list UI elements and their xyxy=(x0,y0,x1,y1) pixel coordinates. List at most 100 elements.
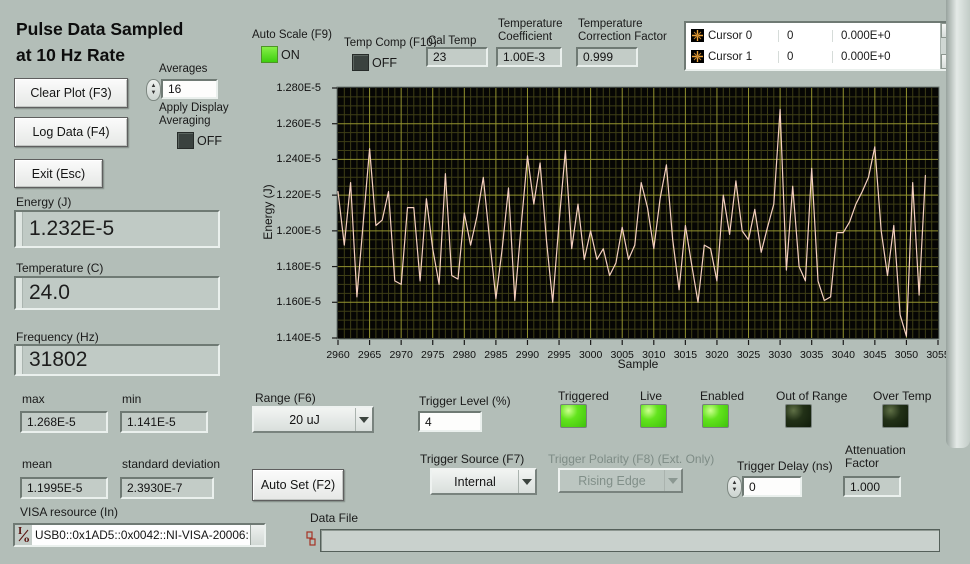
svg-text:o: o xyxy=(24,534,30,544)
frequency-value: 31802 xyxy=(29,348,87,372)
temp-comp-toggle[interactable] xyxy=(352,54,369,71)
y-axis-tick-label: 1.260E-5 xyxy=(249,118,321,130)
x-axis-tick-label: 2995 xyxy=(547,349,571,361)
cursor1-x-value: 0 xyxy=(778,51,832,63)
temperature-coefficient-value: 1.00E-3 xyxy=(496,47,562,67)
x-axis-title: Sample xyxy=(588,357,688,371)
temperature-correction-factor-label: Temperature Correction Factor xyxy=(578,18,680,44)
cursor0-crosshair-icon xyxy=(686,29,708,42)
x-axis-tick-label: 3050 xyxy=(895,349,919,361)
temp-comp-label: Temp Comp (F10) xyxy=(344,37,437,49)
y-axis-tick-label: 1.140E-5 xyxy=(249,332,321,344)
energy-label: Energy (J) xyxy=(16,195,71,209)
mean-value: 1.1995E-5 xyxy=(20,477,108,499)
field-gutter xyxy=(16,278,23,308)
trigger-delay-input[interactable]: 0 xyxy=(742,476,802,497)
triggered-led xyxy=(560,404,587,428)
averages-label: Averages xyxy=(159,63,207,75)
range-value: 20 uJ xyxy=(254,413,355,427)
temperature-value: 24.0 xyxy=(29,281,70,305)
energy-waveform-graph: 2960296529702975298029852990299530003005… xyxy=(330,83,960,371)
path-icon xyxy=(306,531,317,552)
cursor-legend: Cursor 0 0 0.000E+0 Cursor 1 0 0.000E+0 … xyxy=(684,21,958,71)
cursor-legend-rows: Cursor 0 0 0.000E+0 Cursor 1 0 0.000E+0 xyxy=(686,23,940,69)
spinner-up-icon[interactable]: ▲ xyxy=(151,83,157,90)
visa-resource-combo[interactable]: Io USB0::0x1AD5::0x0042::NI-VISA-20006: xyxy=(13,523,266,547)
frequency-indicator: 31802 xyxy=(14,344,220,376)
averages-spinner[interactable]: ▲▼ xyxy=(146,79,161,101)
mean-label: mean xyxy=(22,457,52,471)
field-gutter xyxy=(16,212,23,246)
temperature-indicator: 24.0 xyxy=(14,276,220,310)
attenuation-factor-label: Attenuation Factor xyxy=(845,444,917,470)
auto-scale-toggle[interactable] xyxy=(261,46,278,63)
auto-scale-state: ON xyxy=(281,48,300,62)
temp-comp-state: OFF xyxy=(372,56,397,70)
exit-button[interactable]: Exit (Esc) xyxy=(14,159,103,188)
apply-display-averaging-state: OFF xyxy=(197,134,222,148)
y-axis-tick-label: 1.160E-5 xyxy=(249,296,321,308)
visa-resource-value[interactable]: USB0::0x1AD5::0x0042::NI-VISA-20006: xyxy=(32,525,250,545)
page-title-line1: Pulse Data Sampled xyxy=(16,16,183,42)
standard-deviation-label: standard deviation xyxy=(122,457,220,471)
attenuation-factor-value: 1.000 xyxy=(843,476,901,497)
range-dropdown[interactable]: 20 uJ xyxy=(252,406,374,433)
spinner-up-icon[interactable]: ▲ xyxy=(732,480,738,487)
clear-plot-button[interactable]: Clear Plot (F3) xyxy=(14,78,128,108)
temperature-label: Temperature (C) xyxy=(16,261,103,275)
trigger-level-label: Trigger Level (%) xyxy=(419,394,511,408)
y-axis-tick-label: 1.240E-5 xyxy=(249,153,321,165)
trigger-polarity-dropdown[interactable]: Rising Edge xyxy=(558,468,683,493)
out-of-range-led xyxy=(785,404,812,428)
log-data-button[interactable]: Log Data (F4) xyxy=(14,117,128,147)
x-axis-tick-label: 2960 xyxy=(326,349,350,361)
apply-display-averaging-toggle[interactable] xyxy=(177,132,194,149)
trigger-source-label: Trigger Source (F7) xyxy=(420,452,524,466)
right-edge-bevel xyxy=(946,0,970,448)
y-axis-tick-label: 1.220E-5 xyxy=(249,189,321,201)
chevron-down-icon[interactable] xyxy=(518,470,535,493)
enabled-label: Enabled xyxy=(700,389,744,403)
spinner-down-icon[interactable]: ▼ xyxy=(732,487,738,494)
y-axis-title: Energy (J) xyxy=(261,167,275,257)
data-file-input[interactable] xyxy=(320,529,940,552)
x-axis-tick-label: 3030 xyxy=(768,349,792,361)
trigger-source-dropdown[interactable]: Internal xyxy=(430,468,537,495)
auto-scale-label: Auto Scale (F9) xyxy=(252,29,332,41)
x-axis-tick-label: 2975 xyxy=(421,349,445,361)
trigger-delay-spinner[interactable]: ▲▼ xyxy=(727,476,742,498)
live-label: Live xyxy=(640,389,662,403)
cursor-row-0[interactable]: Cursor 0 0 0.000E+0 xyxy=(686,25,940,46)
min-label: min xyxy=(122,392,141,406)
y-axis-tick-label: 1.180E-5 xyxy=(249,261,321,273)
data-file-label: Data File xyxy=(310,511,358,525)
auto-set-button[interactable]: Auto Set (F2) xyxy=(252,469,344,501)
x-axis-tick-label: 2980 xyxy=(453,349,477,361)
trigger-source-value: Internal xyxy=(432,475,518,489)
cursor0-name: Cursor 0 xyxy=(708,30,778,42)
out-of-range-label: Out of Range xyxy=(776,389,847,403)
averages-input[interactable]: 16 xyxy=(161,79,218,99)
x-axis-tick-label: 2990 xyxy=(516,349,540,361)
visa-io-icon: Io xyxy=(15,525,32,545)
x-axis-tick-label: 3040 xyxy=(832,349,856,361)
visa-resource-label: VISA resource (In) xyxy=(20,505,118,519)
trigger-level-input[interactable]: 4 xyxy=(418,411,482,432)
visa-dropdown-button[interactable] xyxy=(250,525,264,545)
cursor-row-1[interactable]: Cursor 1 0 0.000E+0 xyxy=(686,46,940,67)
x-axis-tick-label: 3045 xyxy=(863,349,887,361)
cal-temp-value: 23 xyxy=(426,47,488,67)
triggered-label: Triggered xyxy=(558,389,609,403)
x-axis-tick-label: 3035 xyxy=(800,349,824,361)
range-label: Range (F6) xyxy=(255,391,316,405)
field-gutter xyxy=(16,346,23,374)
energy-value: 1.232E-5 xyxy=(29,217,114,241)
chevron-down-icon[interactable] xyxy=(355,408,372,431)
trigger-delay-label: Trigger Delay (ns) xyxy=(737,459,833,473)
cursor1-name: Cursor 1 xyxy=(708,51,778,63)
trigger-polarity-label: Trigger Polarity (F8) (Ext. Only) xyxy=(548,452,714,466)
spinner-down-icon[interactable]: ▼ xyxy=(151,90,157,97)
trigger-polarity-value: Rising Edge xyxy=(560,474,664,488)
cursor1-y-value: 0.000E+0 xyxy=(832,51,940,63)
x-axis-tick-label: 2965 xyxy=(358,349,382,361)
